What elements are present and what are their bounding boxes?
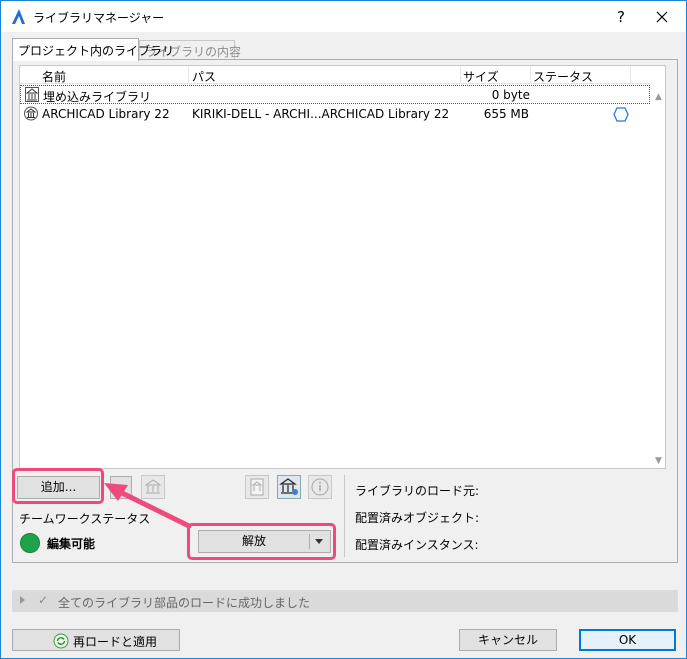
status-message: 全てのライブラリ部品のロードに成功しました (58, 596, 311, 610)
embedded-library-disabled-icon (250, 478, 264, 496)
column-status-header[interactable]: ステータス (533, 68, 593, 85)
archicad-app-icon (12, 9, 25, 24)
scroll-down-icon[interactable]: ▼ (655, 456, 662, 466)
teamwork-status-value: 編集可能 (47, 537, 96, 551)
status-bar: ✓ 全てのライブラリ部品のロードに成功しました (12, 590, 678, 612)
column-separator[interactable] (630, 66, 631, 84)
ok-button[interactable]: OK (579, 629, 676, 651)
row-path: KIRIKI-DELL - ARCHI...ARCHICAD Library 2… (192, 107, 450, 121)
pointer-arrow-icon (104, 483, 192, 529)
column-separator[interactable] (530, 66, 531, 84)
library-icon (24, 106, 38, 121)
embedded-library-button[interactable] (245, 475, 269, 499)
cancel-button[interactable]: キャンセル (459, 629, 557, 651)
column-path-header[interactable]: パス (192, 68, 216, 85)
library-settings-icon (279, 478, 298, 495)
title-bar: ライブラリマネージャー ? (1, 1, 686, 32)
list-header: 名前 パス サイズ ステータス (20, 66, 650, 84)
hexagon-status-icon (613, 107, 629, 122)
row-name: ARCHICAD Library 22 (42, 107, 170, 121)
column-name-header[interactable]: 名前 (42, 68, 66, 85)
scroll-up-icon[interactable]: ▲ (655, 92, 662, 102)
load-from-label: ライブラリのロード元: (355, 484, 480, 498)
embedded-library-icon (25, 87, 39, 102)
placed-objects-label: 配置済みオブジェクト: (355, 511, 480, 525)
window-title: ライブラリマネージャー (33, 11, 165, 25)
status-indicator-icon (20, 533, 40, 553)
column-separator[interactable] (460, 66, 461, 84)
row-size: 0 byte (491, 88, 530, 102)
library-settings-button[interactable] (277, 475, 301, 499)
reload-icon (53, 633, 69, 649)
release-button-highlight (187, 523, 336, 560)
library-manager-window: ライブラリマネージャー ? プロジェクト内のライブラリ ライブラリの内容 名前 … (0, 0, 687, 659)
expand-arrow-icon[interactable] (20, 596, 25, 604)
column-separator[interactable] (188, 66, 189, 84)
check-icon: ✓ (38, 593, 49, 607)
info-icon (311, 478, 329, 496)
row-size: 655 MB (483, 107, 529, 121)
table-row[interactable]: 埋め込みライブラリ 0 byte (20, 85, 650, 104)
close-button[interactable] (642, 4, 682, 30)
column-size-header[interactable]: サイズ (463, 68, 499, 85)
help-button[interactable]: ? (604, 4, 638, 30)
row-name: 埋め込みライブラリ (43, 90, 152, 104)
tab-project-libraries[interactable]: プロジェクト内のライブラリ (12, 38, 174, 61)
reload-apply-button[interactable]: 再ロードと適用 (12, 629, 180, 651)
reload-apply-label: 再ロードと適用 (73, 635, 158, 649)
close-icon (656, 11, 668, 23)
table-row[interactable]: ARCHICAD Library 22 KIRIKI-DELL - ARCHI.… (20, 105, 650, 124)
add-button-highlight (12, 468, 104, 504)
placed-instances-label: 配置済みインスタンス: (355, 538, 479, 552)
vertical-divider (344, 475, 345, 557)
info-button[interactable] (308, 475, 332, 499)
library-list[interactable]: 名前 パス サイズ ステータス 埋め込みライブラリ 0 byte ARCHICA… (19, 65, 666, 469)
